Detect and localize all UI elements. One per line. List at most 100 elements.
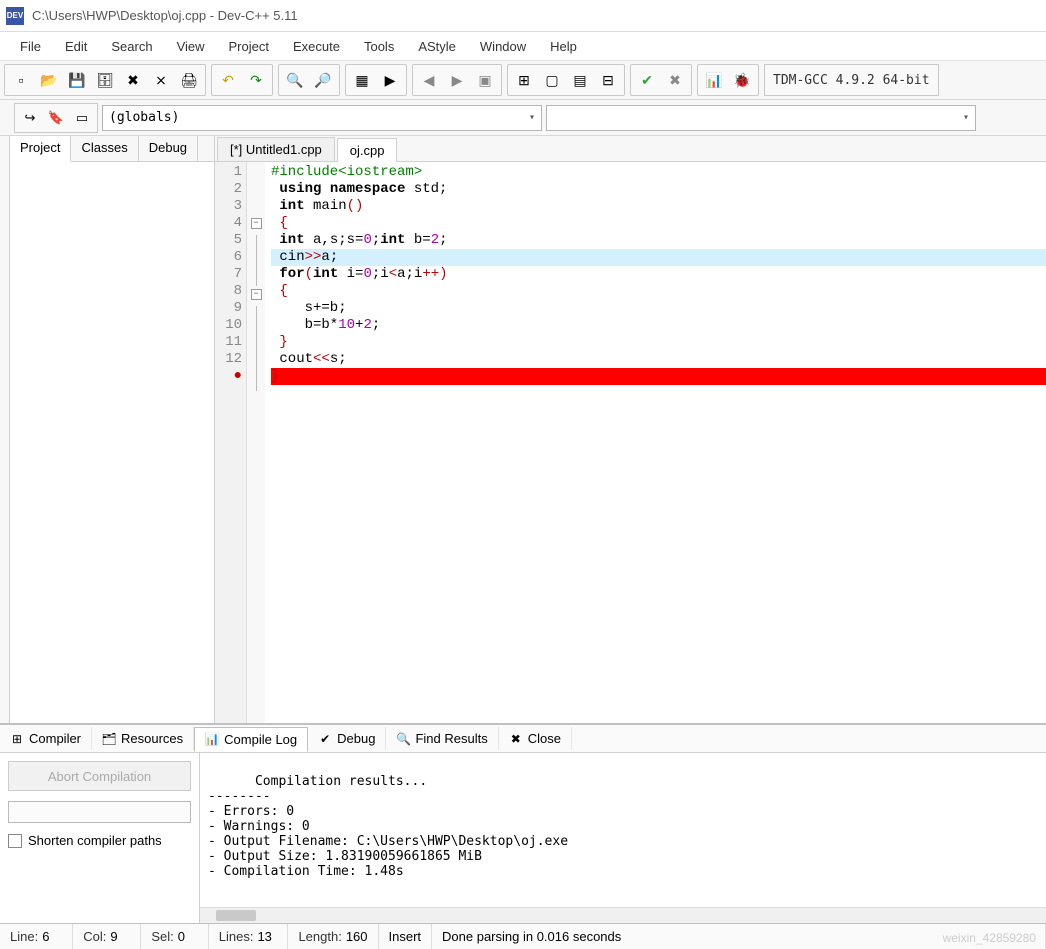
- sb-length-val: 160: [346, 929, 368, 944]
- bottom-tab-debug[interactable]: ✔Debug: [308, 727, 386, 750]
- line-number[interactable]: ●: [223, 368, 242, 385]
- goto-func-icon[interactable]: ↪: [17, 105, 43, 131]
- code-line[interactable]: cout<<s;: [271, 351, 1046, 368]
- code-line[interactable]: s+=b;: [271, 300, 1046, 317]
- compile-log[interactable]: Compilation results... -------- - Errors…: [200, 753, 1046, 923]
- tab-icon: ✔: [318, 732, 332, 746]
- line-number[interactable]: 9: [223, 300, 242, 317]
- code-line[interactable]: int a,s;s=0;int b=2;: [271, 232, 1046, 249]
- menu-file[interactable]: File: [8, 35, 53, 58]
- code-line[interactable]: int main(): [271, 198, 1046, 215]
- sidebar-tab-project[interactable]: Project: [10, 136, 71, 162]
- line-number[interactable]: 12: [223, 351, 242, 368]
- rebuild-icon[interactable]: ▢: [538, 66, 566, 94]
- horizontal-scrollbar[interactable]: [200, 907, 1046, 923]
- sidebar-tab-classes[interactable]: Classes: [71, 136, 138, 161]
- bottom-tab-find-results[interactable]: 🔍Find Results: [386, 727, 498, 750]
- line-number[interactable]: 10: [223, 317, 242, 334]
- find-icon[interactable]: 🔍: [281, 66, 309, 94]
- code-line[interactable]: }: [271, 368, 1046, 385]
- compiler-selector[interactable]: TDM-GCC 4.9.2 64-bit: [764, 64, 939, 96]
- replace-icon[interactable]: 🔎: [309, 66, 337, 94]
- bottom-tab-resources[interactable]: 🗂Resources: [92, 727, 194, 750]
- code-line[interactable]: for(int i=0;i<a;i++): [271, 266, 1046, 283]
- code-line[interactable]: using namespace std;: [271, 181, 1046, 198]
- bottom-tab-close[interactable]: ✖Close: [499, 727, 572, 750]
- line-number[interactable]: 8: [223, 283, 242, 300]
- sb-col-val: 9: [110, 929, 130, 944]
- code-line[interactable]: #include<iostream>: [271, 164, 1046, 181]
- menu-help[interactable]: Help: [538, 35, 589, 58]
- prj-opts-icon[interactable]: ▤: [566, 66, 594, 94]
- undo-icon[interactable]: ↶: [214, 66, 242, 94]
- statusbar: Line:6 Col:9 Sel:0 Lines:13 Length:160 I…: [0, 923, 1046, 949]
- sb-col-label: Col:: [83, 929, 106, 944]
- tab-icon: 🗂: [102, 732, 116, 746]
- fold-minus-icon[interactable]: −: [251, 218, 262, 229]
- titlebar: DEV C:\Users\HWP\Desktop\oj.cpp - Dev-C+…: [0, 0, 1046, 32]
- scope-combo[interactable]: (globals) ▾: [102, 105, 542, 131]
- editor-tab[interactable]: oj.cpp: [337, 138, 398, 162]
- prof-del-icon[interactable]: 🐞: [728, 66, 756, 94]
- chevron-down-icon: ▾: [963, 112, 969, 123]
- close-all-icon[interactable]: ⨯: [147, 66, 175, 94]
- code-line[interactable]: }: [271, 334, 1046, 351]
- editor-tabs: [*] Untitled1.cppoj.cpp: [215, 136, 1046, 162]
- bookmark-add-icon[interactable]: 🔖: [43, 105, 69, 131]
- sb-line-label: Line:: [10, 929, 38, 944]
- menu-execute[interactable]: Execute: [281, 35, 352, 58]
- menu-search[interactable]: Search: [99, 35, 164, 58]
- print-icon[interactable]: 🖨: [175, 66, 203, 94]
- new-file-icon[interactable]: ▫: [7, 66, 35, 94]
- bottom-tab-compile-log[interactable]: 📊Compile Log: [194, 727, 308, 752]
- fold-minus-icon[interactable]: −: [251, 289, 262, 300]
- line-number[interactable]: 2: [223, 181, 242, 198]
- line-gutter: 123456789101112●: [215, 162, 247, 723]
- debug-stop-icon[interactable]: ✖: [661, 66, 689, 94]
- line-number[interactable]: 5: [223, 232, 242, 249]
- open-icon[interactable]: 📂: [35, 66, 63, 94]
- menu-view[interactable]: View: [165, 35, 217, 58]
- save-icon[interactable]: 💾: [63, 66, 91, 94]
- forward-icon[interactable]: ▶: [443, 66, 471, 94]
- debug-icon[interactable]: ⊟: [594, 66, 622, 94]
- code-line[interactable]: b=b*10+2;: [271, 317, 1046, 334]
- code-line[interactable]: cin>>a;: [271, 249, 1046, 266]
- bottom-tab-compiler[interactable]: ⊞Compiler: [0, 727, 92, 750]
- code-lines[interactable]: #include<iostream> using namespace std; …: [265, 162, 1046, 723]
- menu-edit[interactable]: Edit: [53, 35, 99, 58]
- debug-check-icon[interactable]: ✔: [633, 66, 661, 94]
- compile-icon[interactable]: ▦: [348, 66, 376, 94]
- code-editor[interactable]: 123456789101112● −− #include<iostream> u…: [215, 162, 1046, 723]
- editor-tab[interactable]: [*] Untitled1.cpp: [217, 137, 335, 161]
- code-line[interactable]: {: [271, 283, 1046, 300]
- line-number[interactable]: 4: [223, 215, 242, 232]
- bm-icon[interactable]: ▣: [471, 66, 499, 94]
- unit-icon[interactable]: ▭: [69, 105, 95, 131]
- sb-parse-status: Done parsing in 0.016 seconds: [442, 929, 621, 944]
- code-line[interactable]: {: [271, 215, 1046, 232]
- save-all-icon[interactable]: 🗄: [91, 66, 119, 94]
- back-icon[interactable]: ◀: [415, 66, 443, 94]
- tab-icon: ⊞: [10, 732, 24, 746]
- close-icon[interactable]: ✖: [119, 66, 147, 94]
- sidebar-tab-debug[interactable]: Debug: [139, 136, 198, 161]
- run-icon[interactable]: ▶: [376, 66, 404, 94]
- menu-astyle[interactable]: AStyle: [406, 35, 468, 58]
- sb-length-label: Length:: [298, 929, 341, 944]
- menu-project[interactable]: Project: [217, 35, 281, 58]
- profile-icon[interactable]: 📊: [700, 66, 728, 94]
- shorten-paths-checkbox[interactable]: Shorten compiler paths: [8, 833, 191, 848]
- sb-insert-mode: Insert: [389, 929, 422, 944]
- line-number[interactable]: 1: [223, 164, 242, 181]
- chevron-down-icon: ▾: [529, 112, 535, 123]
- members-combo[interactable]: ▾: [546, 105, 976, 131]
- line-number[interactable]: 11: [223, 334, 242, 351]
- redo-icon[interactable]: ↷: [242, 66, 270, 94]
- menu-window[interactable]: Window: [468, 35, 538, 58]
- compile-run-icon[interactable]: ⊞: [510, 66, 538, 94]
- line-number[interactable]: 7: [223, 266, 242, 283]
- line-number[interactable]: 3: [223, 198, 242, 215]
- line-number[interactable]: 6: [223, 249, 242, 266]
- menu-tools[interactable]: Tools: [352, 35, 406, 58]
